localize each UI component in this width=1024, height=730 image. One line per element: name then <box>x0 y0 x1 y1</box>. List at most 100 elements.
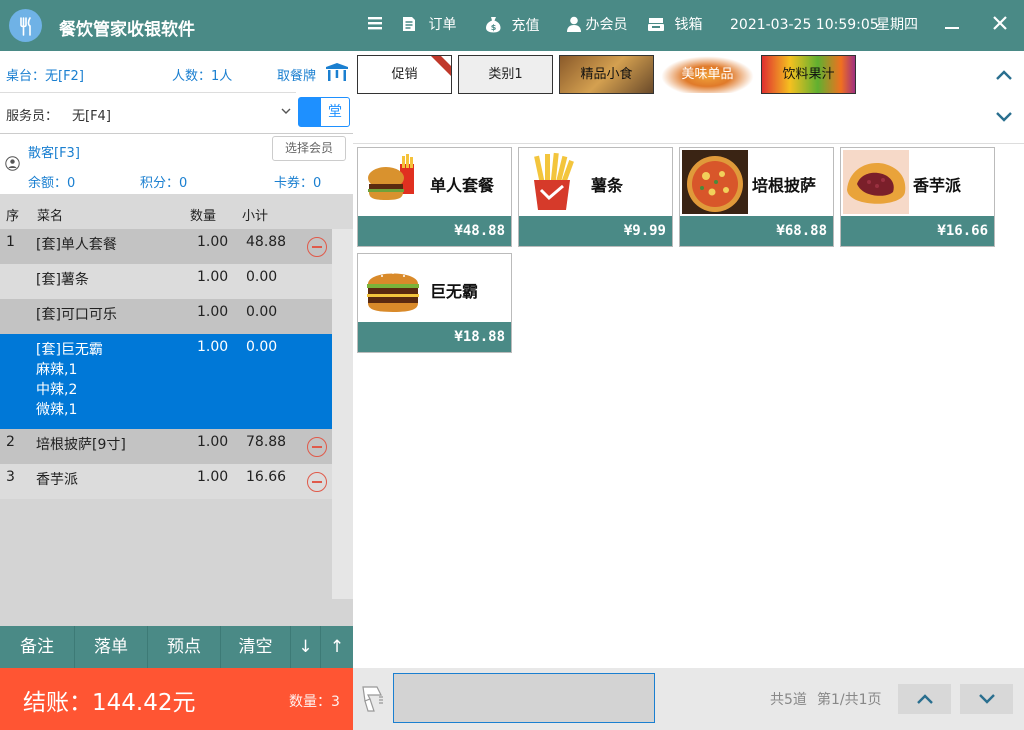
title-bar: 餐饮管家收银软件 订单 $ 充值 办会员 钱箱 2021-03-25 10:59… <box>0 0 1024 51</box>
category-singles-label: 美味单品 <box>681 67 734 82</box>
category-1[interactable]: 类别1 <box>458 55 553 94</box>
waiter-label: 服务员： <box>6 109 59 124</box>
guest-label[interactable]: 散客[F3] <box>28 142 80 161</box>
order-info: 桌台：无[F2] 人数：1人 取餐牌 服务员： 无[F4] 堂 散客[F3] 选… <box>0 51 353 194</box>
order-scrollbar[interactable] <box>332 229 353 599</box>
datetime-display: 2021-03-25 10:59:05 <box>730 17 879 33</box>
total-dishes: 共5道 <box>770 692 807 708</box>
app-logo-icon <box>9 9 42 42</box>
order-cell-name: [套]薯条 <box>36 272 89 288</box>
document-icon <box>403 17 415 31</box>
scan-input[interactable] <box>393 673 655 723</box>
table-selector[interactable]: 桌台：无[F2] <box>6 65 84 84</box>
category-up-button[interactable] <box>984 53 1024 97</box>
col-qty: 数量 <box>190 209 217 224</box>
category-drinks-label: 饮料果汁 <box>782 67 835 82</box>
waiter-select[interactable]: 无[F4] <box>72 105 111 124</box>
product-card[interactable]: 单人套餐 ¥48.88 <box>357 147 512 247</box>
weekday-display: 星期四 <box>876 17 918 33</box>
select-member-button[interactable]: 选择会员 <box>272 136 346 161</box>
product-price: ¥48.88 <box>358 216 511 246</box>
order-cell-name: [套]单人套餐 <box>36 237 117 253</box>
category-snacks[interactable]: 精品小食 <box>559 55 654 94</box>
order-cell-seq: 3 <box>6 469 15 485</box>
category-drinks[interactable]: 饮料果汁 <box>761 55 856 94</box>
checkout-bar[interactable]: 结账：144.42元 数量：3 <box>0 668 353 730</box>
note-button[interactable]: 备注 <box>0 626 75 668</box>
order-cell-qty: 1.00 <box>197 339 229 355</box>
remove-item-icon[interactable] <box>307 237 327 257</box>
clear-button[interactable]: 清空 <box>221 626 291 668</box>
remove-item-icon[interactable] <box>307 437 327 457</box>
product-card[interactable]: 薯条 ¥9.99 <box>518 147 673 247</box>
preorder-button[interactable]: 预点 <box>148 626 221 668</box>
product-card[interactable]: 巨无霸 ¥18.88 <box>357 253 512 353</box>
move-up-button[interactable]: ↑ <box>321 626 353 668</box>
category-down-button[interactable] <box>984 98 1024 142</box>
order-cell-qty: 1.00 <box>197 304 229 320</box>
product-name: 巨无霸 <box>430 282 479 301</box>
order-cell-extra: 麻辣,1 <box>36 362 78 378</box>
order-row[interactable]: 3 香芋派 1.00 16.66 <box>0 464 332 499</box>
order-row[interactable]: [套]可口可乐 1.00 0.00 <box>0 299 332 334</box>
member-menu-button[interactable]: 办会员 <box>567 16 627 34</box>
order-cell-qty: 1.00 <box>197 269 229 285</box>
order-cell-qty: 1.00 <box>197 234 229 250</box>
order-cell-subtotal: 16.66 <box>246 469 287 485</box>
order-cell-subtotal: 0.00 <box>246 339 278 355</box>
people-count[interactable]: 人数：1人 <box>172 65 232 84</box>
chevron-up-icon <box>996 70 1012 80</box>
big-burger-icon <box>360 256 426 320</box>
toggle-knob <box>299 98 321 126</box>
order-row[interactable]: 1 [套]单人套餐 1.00 48.88 <box>0 229 332 264</box>
points-value: 积分：0 <box>140 176 188 191</box>
order-cell-name: [套]巨无霸 <box>36 342 103 358</box>
cash-register-icon <box>648 18 664 31</box>
order-cell-name: 培根披萨[9寸] <box>36 437 126 453</box>
move-down-button[interactable]: ↓ <box>291 626 321 668</box>
product-name: 香芋派 <box>913 176 962 195</box>
promo-ribbon-icon <box>431 56 451 76</box>
product-card[interactable]: 香芋派 ¥16.66 <box>840 147 995 247</box>
page-up-button[interactable] <box>898 684 951 714</box>
product-name: 单人套餐 <box>430 176 495 195</box>
checkout-total[interactable]: 结账：144.42元 <box>23 683 195 717</box>
order-actions: 备注 落单 预点 清空 ↓ ↑ <box>0 626 353 668</box>
product-price: ¥16.66 <box>841 216 994 246</box>
col-seq: 序 <box>6 209 20 224</box>
category-promo[interactable]: 促销 促销 <box>357 55 452 94</box>
product-name: 培根披萨 <box>752 176 817 195</box>
pickup-stand-icon[interactable] <box>324 62 350 82</box>
order-cell-qty: 1.00 <box>197 469 229 485</box>
place-order-button[interactable]: 落单 <box>75 626 148 668</box>
barcode-scanner-icon[interactable] <box>359 685 385 713</box>
category-promo-label: 促销 <box>391 67 418 82</box>
orders-menu-button[interactable]: 订单 <box>402 16 456 34</box>
chevron-up-icon <box>917 694 933 704</box>
minimize-button[interactable] <box>944 16 960 34</box>
page-down-button[interactable] <box>960 684 1013 714</box>
recharge-menu-label: 充值 <box>511 18 540 34</box>
pickup-label[interactable]: 取餐牌 <box>277 65 316 84</box>
cashbox-menu-label: 钱箱 <box>674 17 703 33</box>
col-subtotal: 小计 <box>242 209 269 224</box>
order-row-selected[interactable]: [套]巨无霸 1.00 0.00 麻辣,1 中辣,2 微辣,1 <box>0 334 332 429</box>
close-button[interactable] <box>992 15 1008 33</box>
order-cell-seq: 1 <box>6 234 15 250</box>
chevron-down-icon <box>996 112 1012 122</box>
menu-hamburger-icon[interactable] <box>367 15 383 33</box>
bottom-bar: 共5道 第1/共1页 <box>353 668 1024 730</box>
order-cell-name: [套]可口可乐 <box>36 307 117 323</box>
order-cell-extra: 微辣,1 <box>36 402 78 418</box>
remove-item-icon[interactable] <box>307 472 327 492</box>
chevron-down-icon[interactable] <box>281 107 291 115</box>
recharge-menu-button[interactable]: $ 充值 <box>486 16 539 35</box>
chevron-down-icon <box>979 694 995 704</box>
dine-in-toggle[interactable]: 堂 <box>298 97 350 127</box>
order-row[interactable]: 2 培根披萨[9寸] 1.00 78.88 <box>0 429 332 464</box>
order-cell-name: 香芋派 <box>36 472 78 488</box>
cashbox-menu-button[interactable]: 钱箱 <box>648 16 702 34</box>
order-row[interactable]: [套]薯条 1.00 0.00 <box>0 264 332 299</box>
product-card[interactable]: 培根披萨 ¥68.88 <box>679 147 834 247</box>
category-singles[interactable]: 美味单品 <box>660 55 755 94</box>
